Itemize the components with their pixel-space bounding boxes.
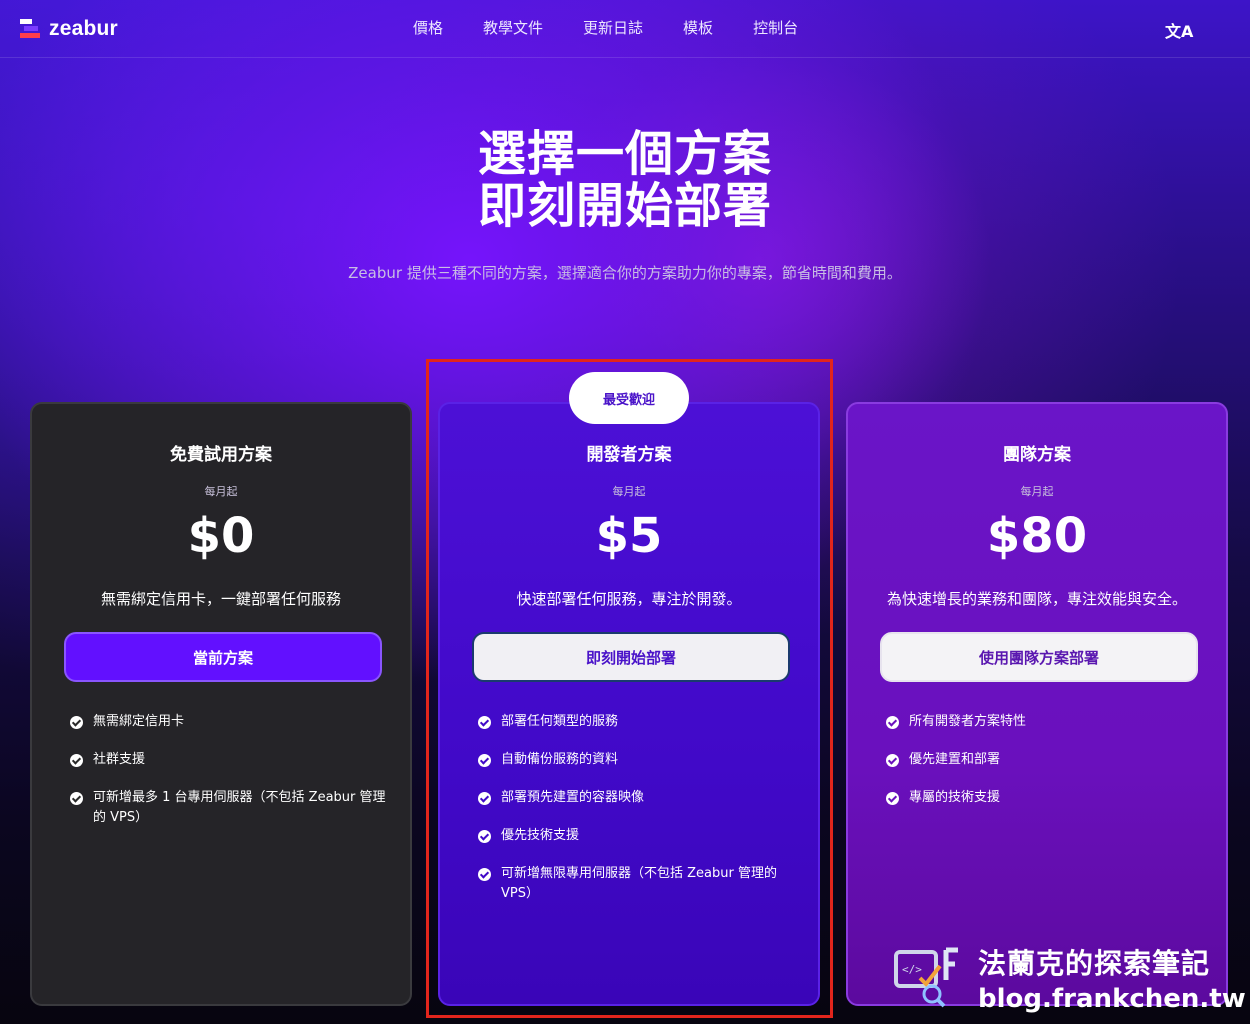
plan-name: 團隊方案: [1003, 445, 1071, 465]
check-circle-icon: [478, 830, 491, 843]
nav-link-changelog[interactable]: 更新日誌: [583, 17, 643, 38]
brand-logo[interactable]: zeabur: [20, 17, 118, 41]
page-title: 選擇一個方案 即刻開始部署: [0, 128, 1250, 232]
plan-description: 快速部署任何服務，專注於開發。: [516, 590, 742, 608]
nav-links: 價格 教學文件 更新日誌 模板 控制台: [413, 17, 838, 38]
feature-list: 所有開發者方案特性 優先建置和部署 專屬的技術支援: [886, 712, 1206, 826]
plan-card-team: 團隊方案 每月起 $80 為快速增長的業務和團隊，專注效能與安全。 使用團隊方案…: [846, 402, 1228, 1006]
top-nav: zeabur 價格 教學文件 更新日誌 模板 控制台 文A: [0, 0, 1250, 58]
feature-item: 可新增最多 1 台專用伺服器（不包括 Zeabur 管理的 VPS）: [70, 788, 390, 828]
plan-price: $5: [595, 508, 663, 564]
feature-item: 部署任何類型的服務: [478, 712, 798, 732]
plan-card-developer: 開發者方案 每月起 $5 快速部署任何服務，專注於開發。 即刻開始部署 部署任何…: [438, 402, 820, 1006]
translate-icon[interactable]: 文A: [1165, 18, 1193, 42]
nav-link-docs[interactable]: 教學文件: [483, 17, 543, 38]
svg-text:</>: </>: [902, 963, 922, 976]
blog-logo-icon: </>: [894, 947, 958, 1008]
watermark-title: 法蘭克的探索筆記: [978, 947, 1211, 980]
check-circle-icon: [70, 754, 83, 767]
check-circle-icon: [478, 868, 491, 881]
plan-description: 為快速增長的業務和團隊，專注效能與安全。: [886, 590, 1187, 608]
feature-item: 可新增無限專用伺服器（不包括 Zeabur 管理的 VPS）: [478, 864, 798, 904]
check-circle-icon: [886, 754, 899, 767]
check-circle-icon: [886, 716, 899, 729]
feature-item: 部署預先建置的容器映像: [478, 788, 798, 808]
start-deploy-button[interactable]: 即刻開始部署: [472, 632, 790, 682]
current-plan-button[interactable]: 當前方案: [64, 632, 382, 682]
feature-item: 所有開發者方案特性: [886, 712, 1206, 732]
plan-price-period: 每月起: [612, 485, 646, 498]
check-circle-icon: [478, 716, 491, 729]
watermark-url: blog.frankchen.tw: [978, 984, 1246, 1014]
feature-item: 優先技術支援: [478, 826, 798, 846]
feature-item: 專屬的技術支援: [886, 788, 1206, 808]
plan-name: 開發者方案: [586, 445, 672, 465]
check-circle-icon: [478, 792, 491, 805]
feature-item: 無需綁定信用卡: [70, 712, 390, 732]
plan-price: $0: [187, 508, 255, 564]
check-circle-icon: [70, 792, 83, 805]
zeabur-logo-icon: [20, 19, 42, 39]
watermark: </> 法蘭克的探索筆記 blog.frankchen.tw: [886, 938, 1250, 1024]
most-popular-badge: 最受歡迎: [569, 372, 689, 424]
nav-link-templates[interactable]: 模板: [683, 17, 713, 38]
brand-name: zeabur: [49, 17, 118, 40]
check-circle-icon: [70, 716, 83, 729]
plan-name: 免費試用方案: [170, 445, 272, 465]
nav-link-pricing[interactable]: 價格: [413, 17, 443, 38]
feature-list: 部署任何類型的服務 自動備份服務的資料 部署預先建置的容器映像 優先技術支援 可…: [478, 712, 798, 922]
check-circle-icon: [478, 754, 491, 767]
feature-item: 社群支援: [70, 750, 390, 770]
team-deploy-button[interactable]: 使用團隊方案部署: [880, 632, 1198, 682]
plan-card-free: 免費試用方案 每月起 $0 無需綁定信用卡，一鍵部署任何服務 當前方案 無需綁定…: [30, 402, 412, 1006]
plan-price-period: 每月起: [1020, 485, 1054, 498]
nav-link-console[interactable]: 控制台: [753, 17, 798, 38]
check-circle-icon: [886, 792, 899, 805]
page-title-line-2: 即刻開始部署: [477, 178, 772, 234]
page-title-line-1: 選擇一個方案: [477, 126, 772, 182]
plan-price: $80: [986, 508, 1088, 564]
feature-list: 無需綁定信用卡 社群支援 可新增最多 1 台專用伺服器（不包括 Zeabur 管…: [70, 712, 390, 846]
feature-item: 優先建置和部署: [886, 750, 1206, 770]
plan-price-period: 每月起: [204, 485, 238, 498]
plan-description: 無需綁定信用卡，一鍵部署任何服務: [100, 590, 341, 608]
feature-item: 自動備份服務的資料: [478, 750, 798, 770]
page-subtitle: Zeabur 提供三種不同的方案，選擇適合你的方案助力你的專案，節省時間和費用。: [348, 264, 902, 282]
